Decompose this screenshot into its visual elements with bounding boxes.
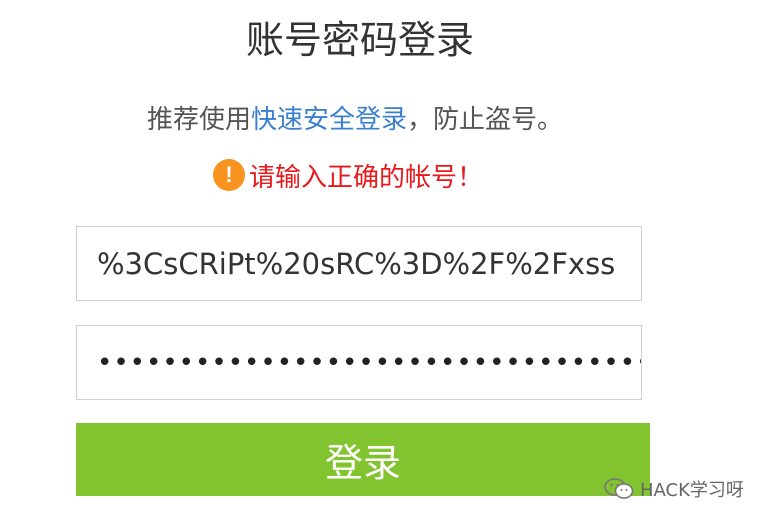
quick-login-link[interactable]: 快速安全登录: [251, 105, 407, 135]
hint-prefix: 推荐使用: [146, 105, 251, 135]
login-hint: 推荐使用快速安全登录，防止盗号。: [0, 104, 710, 138]
hint-suffix: ，防止盗号。: [407, 105, 564, 135]
username-input[interactable]: [77, 227, 641, 300]
password-input[interactable]: ••••••••••••••••••••••••••••••••••••: [97, 326, 641, 399]
error-message: ! 请输入正确的帐号！: [213, 157, 483, 193]
wechat-icon: [604, 478, 634, 499]
page-title: 账号密码登录: [245, 18, 474, 62]
username-field-box: [76, 226, 642, 301]
error-text: 请输入正确的帐号！: [249, 162, 484, 193]
warning-icon: !: [213, 159, 245, 191]
password-field-box: ••••••••••••••••••••••••••••••••••••: [76, 325, 642, 400]
login-button[interactable]: 登录: [76, 423, 650, 496]
watermark-text: HACK学习呀: [640, 480, 744, 501]
watermark: HACK学习呀: [604, 476, 744, 502]
